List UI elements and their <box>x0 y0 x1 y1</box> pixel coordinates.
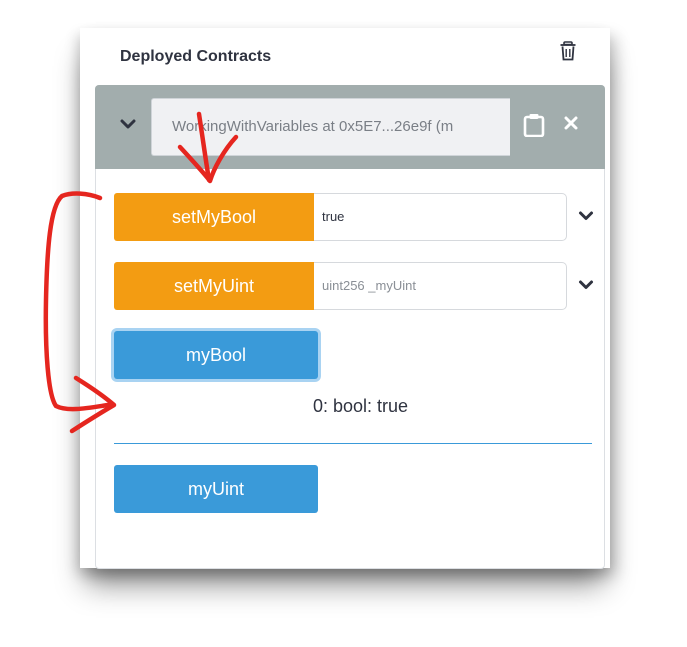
close-icon[interactable] <box>563 115 579 131</box>
chevron-down-icon[interactable] <box>119 115 137 133</box>
setmybool-button[interactable]: setMyBool <box>114 193 314 241</box>
contract-instance: WorkingWithVariables at 0x5E7...26e9f (m… <box>95 85 605 569</box>
clipboard-icon[interactable] <box>523 113 545 137</box>
function-row-setmyuint: setMyUint uint256 _myUint <box>114 262 604 310</box>
divider <box>114 443 592 444</box>
function-row-setmybool: setMyBool true <box>114 193 604 241</box>
setmyuint-button[interactable]: setMyUint <box>114 262 314 310</box>
mybool-button[interactable]: myBool <box>114 331 318 379</box>
contract-name: WorkingWithVariables at 0x5E7...26e9f (m <box>172 118 454 135</box>
chevron-down-icon[interactable] <box>578 278 594 292</box>
chevron-down-icon[interactable] <box>578 209 594 223</box>
myuint-button[interactable]: myUint <box>114 465 318 513</box>
section-title: Deployed Contracts <box>120 48 272 65</box>
contract-name-field[interactable]: WorkingWithVariables at 0x5E7...26e9f (m <box>151 98 510 156</box>
setmybool-input[interactable]: true <box>314 193 567 241</box>
setmyuint-input[interactable]: uint256 _myUint <box>314 262 567 310</box>
contract-header: WorkingWithVariables at 0x5E7...26e9f (m <box>95 85 605 169</box>
trash-icon[interactable] <box>559 41 577 61</box>
screenshot-stage: Deployed Contracts WorkingWithVariables … <box>0 0 687 647</box>
mybool-result: 0: bool: true <box>313 396 409 416</box>
deployed-contracts-panel: Deployed Contracts WorkingWithVariables … <box>80 28 610 569</box>
